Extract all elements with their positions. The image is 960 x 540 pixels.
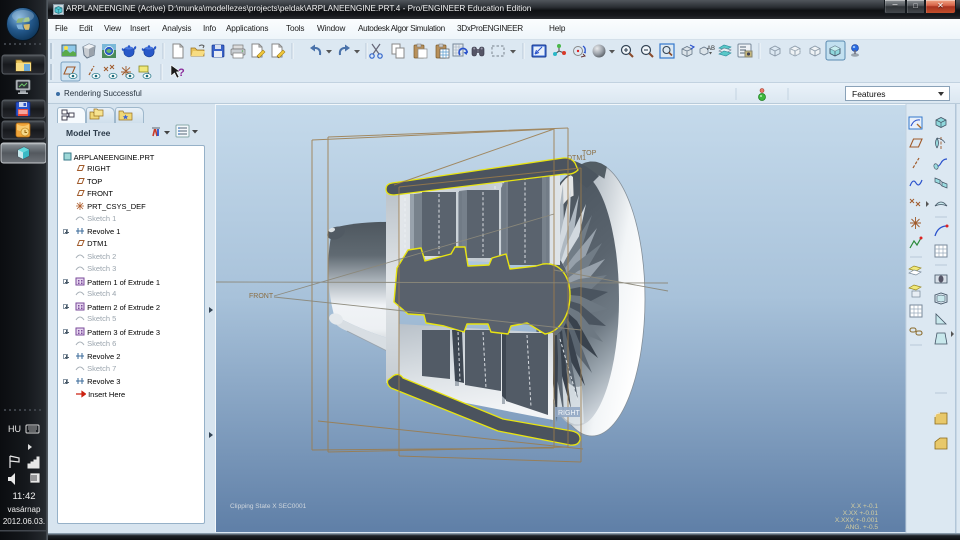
svg-text:TOP: TOP — [582, 150, 597, 157]
svg-text:2012.06.03.: 2012.06.03. — [3, 517, 45, 526]
svg-text:vasárnap: vasárnap — [8, 505, 41, 514]
svg-text:11:42: 11:42 — [12, 491, 35, 502]
svg-text:FRONT: FRONT — [249, 293, 274, 300]
svg-text:Clipping State X SEC0001: Clipping State X SEC0001 — [230, 503, 307, 510]
svg-text:AB: AB — [707, 46, 715, 52]
svg-text:?: ? — [178, 67, 185, 79]
svg-text:RIGHT: RIGHT — [558, 410, 581, 417]
svg-text:HU: HU — [8, 424, 21, 434]
